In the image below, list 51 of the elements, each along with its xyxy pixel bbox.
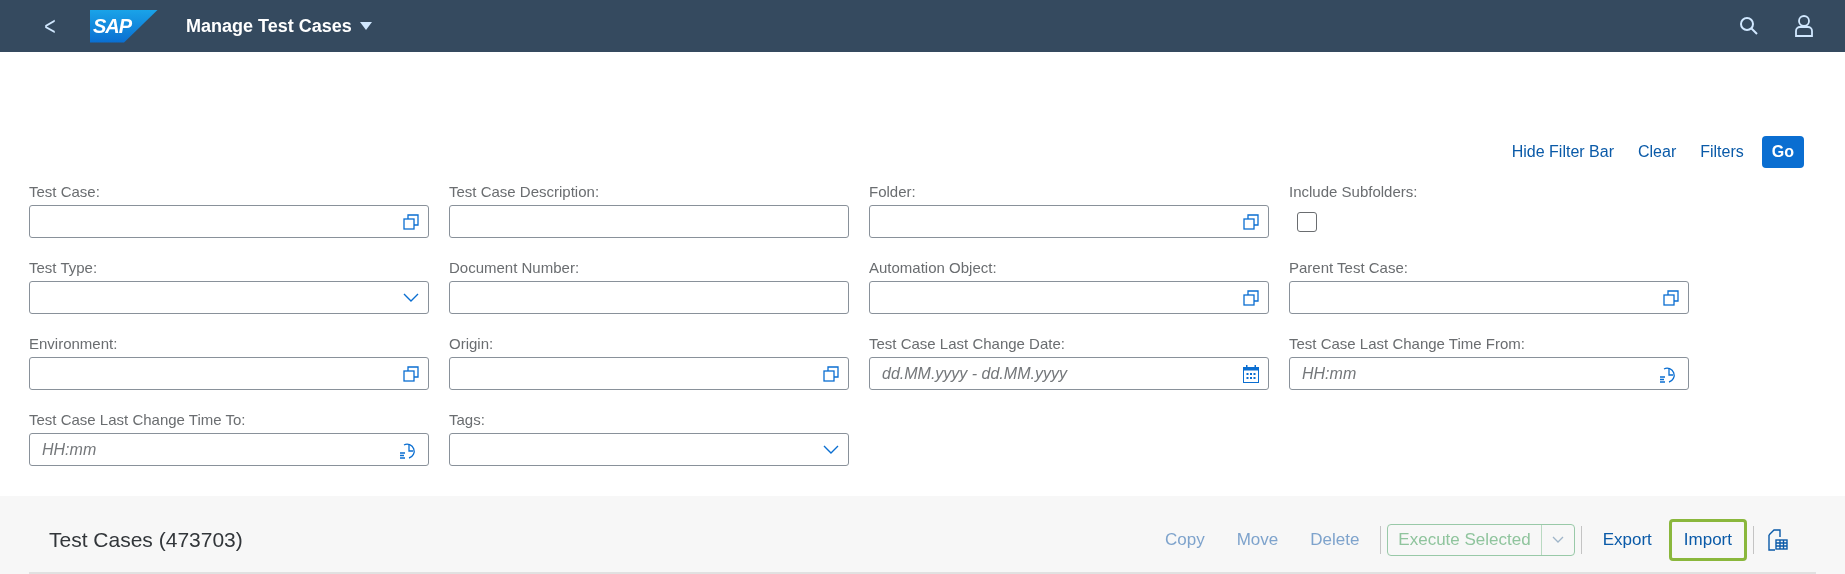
input-field[interactable]: HH:mm [1289, 357, 1689, 390]
field-label: Test Type: [29, 258, 99, 278]
chevron-down-icon[interactable] [403, 292, 419, 303]
value-help-icon[interactable] [1663, 289, 1679, 306]
input-field[interactable]: dd.MM.yyyy - dd.MM.yyyy [869, 357, 1269, 390]
field-label: Document Number: [449, 258, 581, 278]
field-label: Test Case Last Change Date: [869, 334, 1066, 354]
app-title-menu[interactable]: Manage Test Cases [186, 12, 372, 40]
input-field[interactable] [449, 281, 849, 314]
field-label: Test Case Last Change Time From: [1289, 334, 1526, 354]
input-field[interactable] [29, 357, 429, 390]
checkbox[interactable] [1297, 211, 1317, 232]
toolbar-link[interactable]: Clear [1628, 136, 1687, 168]
input-field[interactable] [449, 357, 849, 390]
toolbar-link[interactable]: Filters [1690, 136, 1754, 168]
input-field[interactable] [449, 433, 849, 466]
caret-icon [359, 22, 372, 30]
calendar-icon[interactable] [1243, 364, 1259, 383]
input-field[interactable]: HH:mm [29, 433, 429, 466]
go-button[interactable]: Go [1761, 136, 1804, 168]
logo: SAP [90, 9, 158, 43]
field-label: Test Case: [29, 182, 101, 202]
value-help-icon[interactable] [1243, 213, 1259, 230]
toolbar-button[interactable]: Import [1668, 519, 1747, 561]
input-field[interactable] [869, 205, 1269, 238]
chevron-down-icon[interactable] [823, 444, 839, 455]
user-icon[interactable] [1795, 15, 1813, 37]
field-label: Include Subfolders: [1289, 182, 1419, 202]
toolbar-button[interactable]: Export [1587, 519, 1667, 561]
field-label: Origin: [449, 334, 495, 354]
input-field[interactable] [869, 281, 1269, 314]
search-icon[interactable] [1739, 16, 1759, 36]
input-field[interactable] [29, 281, 429, 314]
input-field[interactable] [1289, 281, 1689, 314]
field-label: Test Case Last Change Time To: [29, 410, 247, 430]
table-title: Test Cases (473703) [49, 527, 243, 554]
field-label: Folder: [869, 182, 917, 202]
value-help-icon[interactable] [403, 365, 419, 382]
field-label: Test Case Description: [449, 182, 601, 202]
value-help-icon[interactable] [1243, 289, 1259, 306]
field-label: Automation Object: [869, 258, 998, 278]
field-label: Environment: [29, 334, 119, 354]
back-button[interactable]: < [42, 13, 58, 39]
field-label: Parent Test Case: [1289, 258, 1409, 278]
value-help-icon[interactable] [403, 213, 419, 230]
field-label: Tags: [449, 410, 486, 430]
toolbar-link[interactable]: Hide Filter Bar [1501, 136, 1624, 168]
spreadsheet-icon [1768, 529, 1788, 551]
input-field[interactable] [29, 205, 429, 238]
value-help-icon[interactable] [823, 365, 839, 382]
input-field[interactable] [449, 205, 849, 238]
